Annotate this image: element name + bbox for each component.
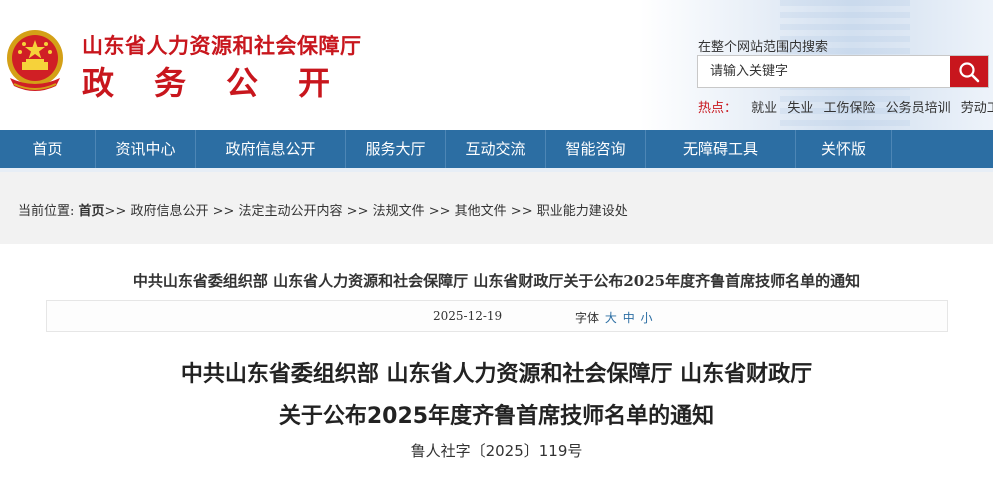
nav-item-gov-info[interactable]: 政府信息公开: [196, 130, 346, 168]
hot-item[interactable]: 失业: [787, 101, 813, 116]
nav-item-news[interactable]: 资讯中心: [96, 130, 196, 168]
nav-item-service-hall[interactable]: 服务大厅: [346, 130, 446, 168]
breadcrumb-link[interactable]: >> 政府信息公开: [105, 204, 209, 219]
breadcrumb-link[interactable]: >> 职业能力建设处: [511, 204, 628, 219]
publish-date: 2025-12-19: [433, 309, 503, 323]
nav-item-smart-consult[interactable]: 智能咨询: [546, 130, 646, 168]
breadcrumb-link[interactable]: >> 其他文件: [429, 204, 507, 219]
search-icon: [959, 61, 980, 82]
breadcrumb-prefix: 当前位置:: [18, 204, 75, 219]
search-button[interactable]: [950, 56, 988, 87]
hot-item[interactable]: 就业: [751, 101, 777, 116]
font-size-small[interactable]: 小: [641, 311, 653, 325]
article-title-line2: 关于公布2025年度齐鲁首席技师名单的通知: [278, 404, 715, 429]
article-header-title: 中共山东省委组织部 山东省人力资源和社会保障厅 山东省财政厅关于公布2025年度…: [132, 272, 861, 290]
document-number: 鲁人社字〔2025〕119号: [410, 442, 583, 460]
font-size-large[interactable]: 大: [605, 311, 617, 325]
font-size-medium[interactable]: 中: [623, 311, 635, 325]
nav-item-accessibility[interactable]: 无障碍工具: [646, 130, 796, 168]
article-title-line1: 中共山东省委组织部 山东省人力资源和社会保障厅 山东省财政厅: [180, 362, 813, 387]
site-title[interactable]: 山东省人力资源和社会保障厅: [82, 30, 362, 60]
nav-item-home[interactable]: 首页: [0, 130, 96, 168]
breadcrumb: 当前位置: 首页>> 政府信息公开 >> 法定主动公开内容 >> 法规文件 >>…: [18, 200, 628, 219]
site-header: 山东省人力资源和社会保障厅 政务公开 在整个网站范围内搜索 热点： 就业 失业 …: [0, 0, 993, 130]
national-emblem-icon: [7, 30, 63, 91]
hot-item[interactable]: 工伤保险: [823, 101, 875, 116]
hot-item[interactable]: 劳动工资: [961, 101, 993, 116]
search-input[interactable]: [698, 56, 950, 87]
main-nav: 首页 资讯中心 政府信息公开 服务大厅 互动交流 智能咨询 无障碍工具 关怀版: [0, 130, 993, 168]
breadcrumb-band: 当前位置: 首页>> 政府信息公开 >> 法定主动公开内容 >> 法规文件 >>…: [0, 172, 993, 244]
article-meta-bar: 2025-12-19 字体 大 中 小: [46, 300, 948, 332]
site-subtitle[interactable]: 政务公开: [82, 58, 370, 104]
breadcrumb-home[interactable]: 首页: [79, 204, 105, 219]
hot-keywords: 热点： 就业 失业 工伤保险 公务员培训 劳动工资: [698, 97, 993, 116]
breadcrumb-link[interactable]: >> 法规文件: [347, 204, 425, 219]
search-label: 在整个网站范围内搜索: [698, 40, 829, 55]
font-size-control: 字体 大 中 小: [575, 309, 653, 326]
search-box: [697, 55, 989, 88]
nav-item-interaction[interactable]: 互动交流: [446, 130, 546, 168]
nav-item-care-version[interactable]: 关怀版: [796, 130, 892, 168]
hot-item[interactable]: 公务员培训: [886, 101, 951, 116]
font-size-label: 字体: [575, 311, 600, 325]
hot-label: 热点：: [698, 101, 738, 116]
breadcrumb-link[interactable]: >> 法定主动公开内容: [213, 204, 343, 219]
